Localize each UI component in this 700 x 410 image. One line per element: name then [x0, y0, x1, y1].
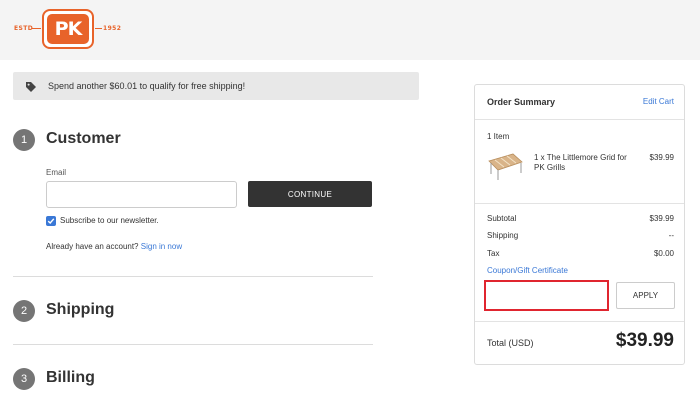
newsletter-label: Subscribe to our newsletter.	[60, 216, 159, 225]
step-title-customer: Customer	[46, 130, 121, 147]
total-value: $39.99	[615, 330, 674, 351]
shipping-value: --	[668, 231, 674, 240]
tag-icon	[25, 80, 37, 92]
newsletter-checkbox[interactable]	[46, 216, 56, 226]
logo-line-right	[95, 28, 102, 29]
apply-coupon-button[interactable]: APPLY	[616, 282, 675, 309]
coupon-link[interactable]: Coupon/Gift Certificate	[487, 266, 568, 275]
product-price: $39.99	[649, 153, 674, 162]
continue-button[interactable]: CONTINUE	[248, 181, 372, 207]
section-divider	[13, 276, 373, 277]
coupon-input[interactable]	[484, 280, 609, 311]
logo-badge: PK	[42, 9, 94, 49]
checkmark-icon	[47, 218, 55, 225]
logo-year-text: 1952	[103, 25, 122, 32]
sign-in-link[interactable]: Sign in now	[141, 242, 182, 251]
product-name: 1 x The Littlemore Grid for PK Grills	[534, 153, 627, 172]
total-label: Total (USD)	[487, 338, 534, 348]
logo-text: PK	[54, 18, 83, 40]
free-shipping-banner: Spend another $60.01 to qualify for free…	[13, 72, 419, 100]
account-prompt-text: Already have an account?	[46, 242, 139, 251]
free-shipping-text: Spend another $60.01 to qualify for free…	[48, 81, 246, 91]
product-image	[485, 149, 525, 183]
site-header: ESTD PK 1952	[0, 0, 700, 60]
account-prompt-line: Already have an account? Sign in now	[46, 242, 182, 251]
shipping-label: Shipping	[487, 231, 519, 240]
email-input[interactable]	[46, 181, 237, 208]
logo-line-left	[32, 28, 41, 29]
summary-divider	[475, 119, 684, 120]
subtotal-value: $39.99	[649, 214, 674, 223]
step-number-billing: 3	[13, 368, 35, 390]
section-divider	[13, 344, 373, 345]
edit-cart-link[interactable]: Edit Cart	[643, 97, 674, 106]
tax-value: $0.00	[653, 249, 674, 258]
step-number-customer: 1	[13, 129, 35, 151]
tax-label: Tax	[487, 249, 500, 258]
pk-logo[interactable]: ESTD PK 1952	[14, 9, 128, 49]
email-label: Email	[46, 168, 67, 177]
subtotal-label: Subtotal	[487, 214, 517, 223]
step-title-billing[interactable]: Billing	[46, 369, 95, 387]
item-count: 1 Item	[487, 132, 510, 141]
logo-est-text: ESTD	[14, 25, 34, 32]
summary-divider	[475, 321, 684, 322]
summary-divider	[475, 203, 684, 204]
order-summary-panel: Order Summary Edit Cart 1 Item 1 x The L…	[474, 84, 685, 365]
step-number-shipping: 2	[13, 300, 35, 322]
order-summary-title: Order Summary	[487, 97, 556, 107]
step-title-shipping[interactable]: Shipping	[46, 301, 114, 319]
